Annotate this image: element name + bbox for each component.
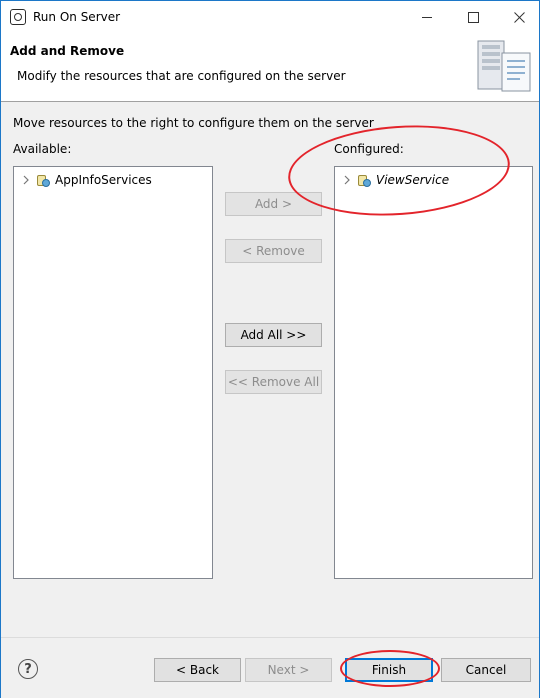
add-all-button[interactable]: Add All >>	[225, 323, 322, 347]
remove-button[interactable]: < Remove	[225, 239, 322, 263]
available-list[interactable]: AppInfoServices	[13, 166, 213, 579]
maximize-button[interactable]	[450, 1, 496, 33]
page-title: Add and Remove	[10, 44, 125, 58]
instructions-text: Move resources to the right to configure…	[13, 116, 374, 130]
chevron-right-icon[interactable]	[341, 174, 353, 186]
configured-label: Configured:	[334, 142, 404, 156]
close-button[interactable]	[496, 1, 540, 33]
web-project-icon	[357, 173, 371, 187]
chevron-right-icon[interactable]	[20, 174, 32, 186]
add-button[interactable]: Add >	[225, 192, 322, 216]
list-item[interactable]: ViewService	[341, 171, 449, 189]
window-title: Run On Server	[33, 10, 121, 24]
server-wizard-icon	[477, 40, 531, 92]
wizard-footer: ? < Back Next > Finish Cancel	[1, 637, 539, 698]
eclipse-app-icon	[10, 9, 26, 25]
dialog-window: Run On Server Add and Remove Modify the …	[0, 0, 540, 698]
available-label: Available:	[13, 142, 72, 156]
minimize-button[interactable]	[404, 1, 450, 33]
title-bar[interactable]: Run On Server	[1, 1, 539, 33]
close-icon	[513, 11, 525, 23]
wizard-header: Add and Remove Modify the resources that…	[1, 33, 539, 102]
minimize-icon	[422, 16, 432, 18]
page-description: Modify the resources that are configured…	[17, 69, 346, 83]
list-item-label: ViewService	[376, 173, 450, 187]
list-item[interactable]: AppInfoServices	[20, 171, 152, 189]
list-item-label: AppInfoServices	[55, 173, 152, 187]
next-button[interactable]: Next >	[245, 658, 332, 682]
wizard-content: Move resources to the right to configure…	[1, 102, 539, 637]
back-button[interactable]: < Back	[154, 658, 241, 682]
configured-list[interactable]: ViewService	[334, 166, 533, 579]
maximize-icon	[467, 11, 479, 23]
help-icon[interactable]: ?	[18, 659, 38, 679]
finish-button[interactable]: Finish	[345, 658, 433, 682]
web-project-icon	[36, 173, 50, 187]
cancel-button[interactable]: Cancel	[441, 658, 531, 682]
remove-all-button[interactable]: << Remove All	[225, 370, 322, 394]
